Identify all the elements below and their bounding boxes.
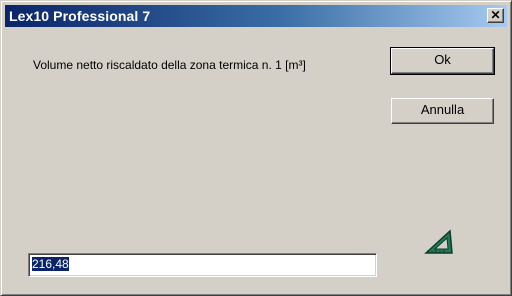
close-icon: ✕ bbox=[490, 8, 501, 22]
cancel-button[interactable]: Annulla bbox=[391, 98, 494, 124]
input-value-text: 216,48 bbox=[32, 257, 69, 271]
close-button[interactable]: ✕ bbox=[487, 8, 504, 23]
triangle-set-square-icon bbox=[424, 229, 453, 254]
dialog-window: Lex10 Professional 7 ✕ Volume netto risc… bbox=[0, 0, 512, 296]
window-title: Lex10 Professional 7 bbox=[9, 8, 151, 24]
prompt-label: Volume netto riscaldato della zona termi… bbox=[33, 58, 306, 72]
title-bar[interactable]: Lex10 Professional 7 ✕ bbox=[5, 5, 507, 27]
ok-button[interactable]: Ok bbox=[390, 47, 495, 75]
value-input[interactable]: 216,48 bbox=[28, 253, 377, 277]
